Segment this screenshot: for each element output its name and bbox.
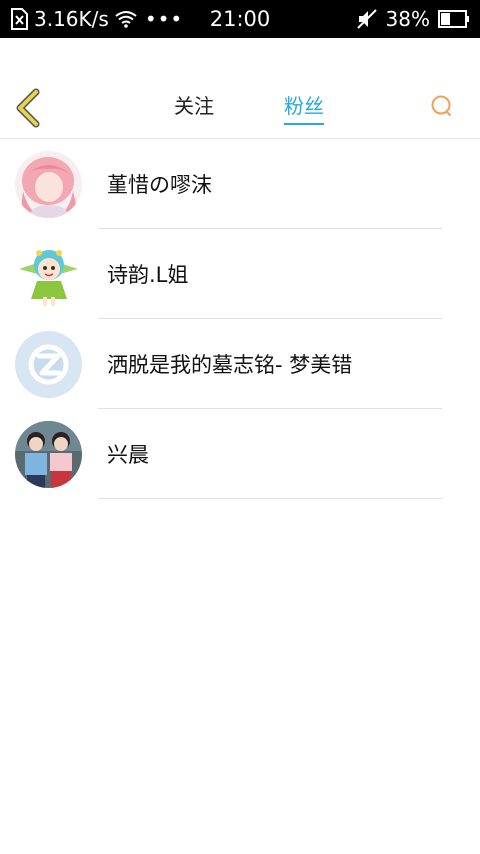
avatar[interactable] [15, 151, 82, 218]
battery-percent: 38% [385, 7, 430, 31]
wifi-icon [115, 10, 137, 28]
top-navigation-bar: 关注 粉丝 [0, 38, 480, 139]
fan-name: 兴晨 [107, 443, 149, 467]
fan-name: 诗韵.L姐 [107, 263, 189, 287]
list-item[interactable]: 诗韵.L姐 [0, 229, 480, 319]
mute-icon [356, 8, 378, 30]
tab-fans[interactable]: 粉丝 [284, 90, 324, 125]
fan-name: 洒脱是我的墓志铭- 梦美错 [107, 353, 353, 377]
avatar[interactable] [15, 421, 82, 488]
network-speed: 3.16K/s [34, 7, 109, 31]
search-icon [431, 95, 451, 116]
avatar[interactable] [15, 331, 82, 398]
tab-following[interactable]: 关注 [174, 90, 214, 123]
divider [98, 498, 442, 499]
fans-list: 堇惜の嘐沫 诗韵.L姐 洒脱是我的墓志铭- 梦美错 兴晨 [0, 139, 480, 499]
list-item[interactable]: 堇惜の嘐沫 [0, 139, 480, 229]
no-sim-icon [10, 8, 28, 30]
tab-bar: 关注 粉丝 [0, 90, 480, 125]
more-notifications-icon: ••• [144, 7, 184, 31]
fan-name: 堇惜の嘐沫 [107, 173, 212, 197]
battery-icon [438, 10, 470, 28]
list-item[interactable]: 洒脱是我的墓志铭- 梦美错 [0, 319, 480, 409]
search-button[interactable] [430, 94, 454, 118]
list-item[interactable]: 兴晨 [0, 409, 480, 499]
avatar[interactable] [15, 241, 82, 308]
status-bar: 3.16K/s ••• 21:00 38% [0, 0, 480, 38]
